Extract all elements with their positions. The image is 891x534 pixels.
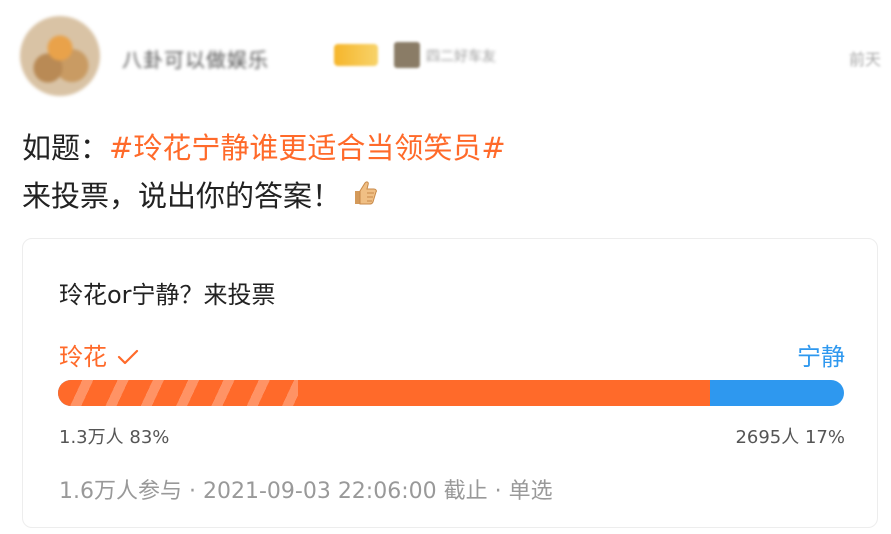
poll-card: 玲花or宁静？来投票 玲花 宁静 1.3万人 83% 2695人 17% 1.6… [22,238,878,528]
poll-option-b-stat: 2695人 17% [735,423,845,449]
avatar[interactable] [20,16,100,96]
username[interactable]: 八卦可以做娱乐 [122,44,269,73]
fan-badge-label[interactable]: 四二好车友 [426,46,496,66]
fan-badge-icon [394,42,420,68]
poll-result-bar-option-a [58,380,711,406]
poll-option-b-count: 2695人 [735,427,800,448]
post-header: 八卦可以做娱乐 四二好车友 前天 [0,0,891,110]
poll-option-a-stat: 1.3万人 83% [59,423,169,449]
vip-badge-icon[interactable] [334,44,378,66]
poll-option-b-percent: 17% [804,427,845,448]
hashtag-link[interactable]: #玲花宁静谁更适合当领笑员# [109,131,506,165]
poll-option-a[interactable]: 玲花 [59,337,139,372]
post-line-2: 来投票，说出你的答案！ [22,172,506,222]
post-body: 如题：#玲花宁静谁更适合当领笑员# 来投票，说出你的答案！ [22,124,506,222]
thumbs-up-icon [349,174,379,222]
poll-result-bar [58,380,844,406]
poll-option-a-count: 1.3万人 [59,427,124,448]
post-time: 前天 [848,50,881,69]
poll-option-a-label: 玲花 [59,343,107,371]
poll-option-a-percent: 83% [129,427,170,448]
checkmark-icon [117,344,139,372]
post-line-1: 如题：#玲花宁静谁更适合当领笑员# [22,124,506,172]
poll-title: 玲花or宁静？来投票 [59,281,276,309]
bar-stripes [58,380,298,406]
post-line-2-text: 来投票，说出你的答案！ [22,179,342,213]
poll-option-b[interactable]: 宁静 [797,337,845,372]
post-prefix: 如题： [22,131,110,165]
poll-meta: 1.6万人参与 · 2021-09-03 22:06:00 截止 · 单选 [59,479,553,504]
